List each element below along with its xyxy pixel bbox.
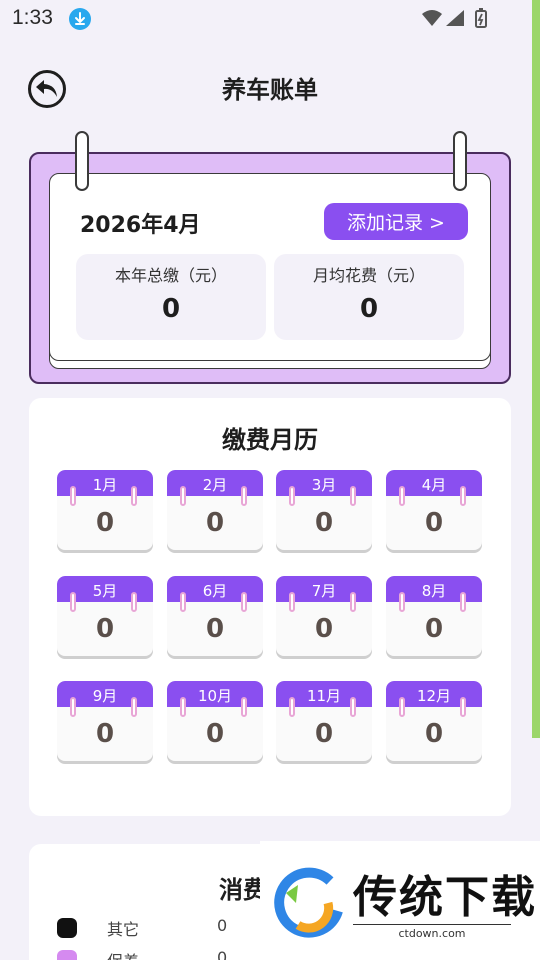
stat-label: 月均花费（元） <box>312 266 425 285</box>
month-cell-3[interactable]: 3月 0 <box>276 470 374 554</box>
status-time: 1:33 <box>12 6 53 29</box>
status-bar: 1:33 <box>0 0 540 38</box>
legend-value: 0 <box>217 916 228 935</box>
month-value: 0 <box>95 719 115 749</box>
month-cell-7[interactable]: 7月 0 <box>276 576 374 660</box>
month-cell-12[interactable]: 12月 0 <box>386 681 484 765</box>
download-icon <box>69 8 91 30</box>
battery-icon <box>475 8 487 28</box>
month-value: 0 <box>205 508 225 538</box>
payment-calendar-card: 缴费月历 1月 0 2月 0 3月 0 4月 0 5月 0 6月 0 7月 0 8月 0 9月 0… <box>29 398 511 816</box>
month-value: 0 <box>314 719 334 749</box>
calendar-title: 缴费月历 <box>222 426 318 454</box>
page-title: 养车账单 <box>222 76 318 104</box>
month-cell-10[interactable]: 10月 0 <box>167 681 265 765</box>
legend-swatch <box>57 950 77 960</box>
month-value: 0 <box>424 508 444 538</box>
legend-swatch <box>57 918 77 938</box>
stat-value: 0 <box>359 294 379 324</box>
month-value: 0 <box>314 508 334 538</box>
legend-value: 0 <box>217 948 228 960</box>
month-value: 0 <box>424 614 444 644</box>
month-cell-11[interactable]: 11月 0 <box>276 681 374 765</box>
signal-icon <box>446 10 464 26</box>
month-cell-9[interactable]: 9月 0 <box>57 681 155 765</box>
month-value: 0 <box>205 614 225 644</box>
top-bar: 养车账单 <box>0 58 540 114</box>
legend-name: 保养 <box>107 948 187 960</box>
watermark-url: ctdown.com <box>353 924 511 940</box>
legend-name: 其它 <box>107 920 140 939</box>
month-value: 0 <box>95 614 115 644</box>
month-value: 0 <box>205 719 225 749</box>
stat-year-total: 本年总缴（元） 0 <box>76 254 266 340</box>
binder-ring-right <box>453 131 467 191</box>
month-value: 0 <box>424 719 444 749</box>
stat-label: 本年总缴（元） <box>114 266 227 285</box>
month-cell-2[interactable]: 2月 0 <box>167 470 265 554</box>
stat-value: 0 <box>161 294 181 324</box>
month-cell-5[interactable]: 5月 0 <box>57 576 155 660</box>
month-value: 0 <box>314 614 334 644</box>
current-month-label: 2026年4月 <box>80 213 201 238</box>
watermark: 传统下载 ctdown.com <box>260 841 540 960</box>
watermark-brand: 传统下载 <box>353 873 537 922</box>
watermark-logo-icon <box>274 867 343 938</box>
month-cell-1[interactable]: 1月 0 <box>57 470 155 554</box>
wifi-icon <box>422 10 442 26</box>
status-icons <box>420 8 500 28</box>
stat-monthly-average: 月均花费（元） 0 <box>274 254 464 340</box>
month-cell-8[interactable]: 8月 0 <box>386 576 484 660</box>
month-cell-4[interactable]: 4月 0 <box>386 470 484 554</box>
binder-ring-left <box>75 131 89 191</box>
add-record-button[interactable]: 添加记录 > <box>324 203 468 240</box>
month-value: 0 <box>95 508 115 538</box>
month-cell-6[interactable]: 6月 0 <box>167 576 265 660</box>
